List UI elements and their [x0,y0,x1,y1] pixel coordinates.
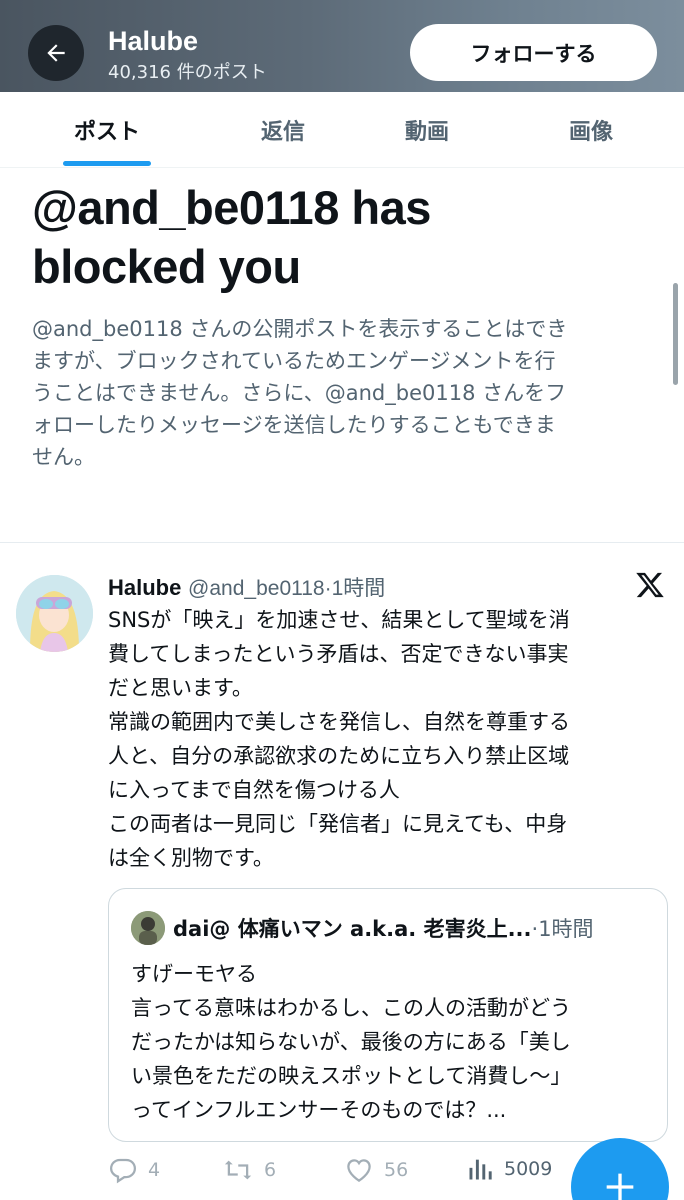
avatar[interactable] [16,575,93,652]
post-line: SNSが「映え」を加速させ、結果として聖域を消 [108,608,570,632]
blocked-desc-line: ますが、ブロックされているためエンゲージメントを行 [32,349,556,373]
views-button[interactable]: 5009 [466,1155,552,1183]
post-line: この両者は一見同じ「発信者」に見えても、中身 [108,812,568,836]
quote-text: すげーモヤる 言ってる意味はわかるし、この人の活動がどう だったかは知らないが、… [131,957,656,1127]
views-chart-icon [469,1159,492,1180]
post-line: は全く別物です。 [108,846,274,870]
repost-icon [224,1160,252,1180]
arrow-left-icon [47,44,65,62]
compose-button[interactable] [571,1138,669,1200]
avatar-illustration [16,575,93,652]
profile-header: Halube 40,316 件のポスト フォローする [0,0,684,92]
post-line: 人と、自分の承認欲求のために立ち入り禁止区域 [108,744,570,768]
blocked-desc-line: せん。 [32,445,95,469]
blocked-title-line: blocked you [32,240,301,293]
view-count: 5009 [504,1158,553,1180]
reply-icon [109,1158,137,1184]
plus-icon [606,1173,634,1200]
post-actions: 4 6 56 5009 [108,1155,568,1191]
reply-count: 4 [148,1159,161,1181]
blocked-desc-line: うことはできません。さらに、@and_be0118 さんをフ [32,381,567,405]
quote-line: だったかは知らないが、最後の方にある「美し [131,1030,571,1054]
heart-icon [347,1159,371,1182]
quote-line: ってインフルエンサーそのものでは？... [131,1098,507,1122]
profile-tabs: ポスト 返信 動画 画像 [0,92,684,168]
blocked-title-line: @and_be0118 has [32,181,431,234]
post-author-handle[interactable]: @and_be0118 [188,577,325,600]
active-tab-indicator [63,161,151,166]
follow-button[interactable]: フォローする [410,24,657,81]
repost-count: 6 [264,1159,277,1181]
like-count: 56 [384,1159,409,1181]
tab-images[interactable]: 画像 [524,92,658,168]
back-button[interactable] [28,25,84,81]
quote-author-name: dai@ 体痛いマン a.k.a. 老害炎上... [173,917,532,941]
post-header: Halube @and_be0118·1時間 [108,572,385,602]
blocked-desc-line: @and_be0118 さんの公開ポストを表示することはでき [32,317,568,341]
reply-button[interactable]: 4 [108,1155,160,1185]
quote-line: 言ってる意味はわかるし、この人の活動がどう [131,996,571,1020]
quote-header: dai@ 体痛いマン a.k.a. 老害炎上...·1時間 [173,913,594,943]
tab-videos[interactable]: 動画 [360,92,494,168]
post-count: 40,316 件のポスト [108,62,267,83]
like-button[interactable]: 56 [344,1155,408,1185]
quote-line: すげーモヤる [131,962,257,986]
quote-line: い景色をただの映えスポットとして消費し〜」 [131,1064,572,1088]
blocked-title: @and_be0118 has blocked you [32,178,652,296]
tab-posts[interactable]: ポスト [40,92,174,168]
tab-replies[interactable]: 返信 [216,92,350,168]
post-line: 費してしまったという矛盾は、否定できない事実 [108,642,569,666]
post-line: だと思います。 [108,676,253,700]
blocked-desc-line: ォローしたりメッセージを送信したりすることもできま [32,413,556,437]
quote-avatar [131,911,165,945]
divider [0,542,684,543]
scrollbar[interactable] [673,283,678,385]
quote-avatar-image [131,911,165,945]
post-line: に入ってまで自然を傷つける人 [108,778,400,802]
post-author-name[interactable]: Halube [108,575,181,600]
repost-button[interactable]: 6 [222,1155,276,1185]
quote-post-card[interactable]: dai@ 体痛いマン a.k.a. 老害炎上...·1時間 すげーモヤる 言って… [108,888,668,1142]
header-title: Halube [108,26,199,56]
x-logo-icon [636,572,664,598]
post-line: 常識の範囲内で美しさを発信し、自然を尊重する [108,710,570,734]
quote-time: ·1時間 [531,917,594,941]
blocked-description: @and_be0118 さんの公開ポストを表示することはでき ますが、ブロックさ… [32,313,652,473]
post-text: SNSが「映え」を加速させ、結果として聖域を消 費してしまったという矛盾は、否定… [108,603,653,875]
post-time[interactable]: ·1時間 [325,577,386,600]
